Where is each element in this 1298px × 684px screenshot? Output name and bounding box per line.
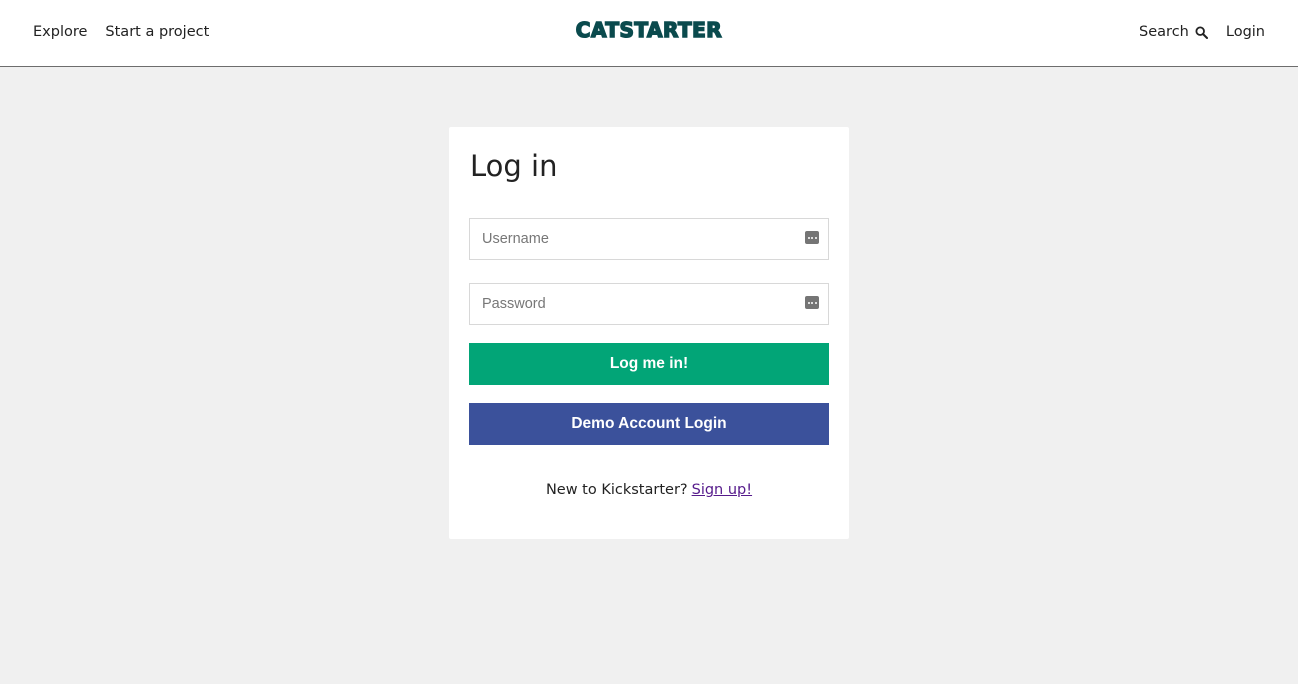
logo-text[interactable]: CATSTARTER (575, 17, 722, 43)
top-navigation-bar: Explore Start a project CATSTARTER Searc… (0, 0, 1298, 67)
password-input[interactable] (470, 284, 828, 324)
login-submit-button[interactable]: Log me in! (469, 343, 829, 385)
search-icon (1195, 25, 1208, 39)
signup-link[interactable]: Sign up! (692, 482, 752, 498)
autofill-icon[interactable] (805, 231, 819, 244)
username-input[interactable] (470, 219, 828, 259)
primary-nav: Explore Start a project (33, 24, 209, 40)
nav-start-project-link[interactable]: Start a project (105, 24, 209, 40)
nav-explore-link[interactable]: Explore (33, 24, 87, 40)
password-field-container (469, 283, 829, 325)
search-label: Search (1139, 24, 1189, 40)
signup-prompt: New to Kickstarter? Sign up! (449, 482, 849, 498)
username-field-container (469, 218, 829, 260)
demo-login-button[interactable]: Demo Account Login (469, 403, 829, 445)
search-link[interactable]: Search (1139, 24, 1208, 40)
signup-prompt-text: New to Kickstarter? (545, 482, 688, 498)
login-link[interactable]: Login (1226, 24, 1265, 40)
login-card: Log in Log me in! Demo Account Login New… (449, 127, 849, 539)
page-title: Log in (470, 149, 558, 183)
secondary-nav: Search Login (1139, 24, 1265, 40)
autofill-icon[interactable] (805, 296, 819, 309)
